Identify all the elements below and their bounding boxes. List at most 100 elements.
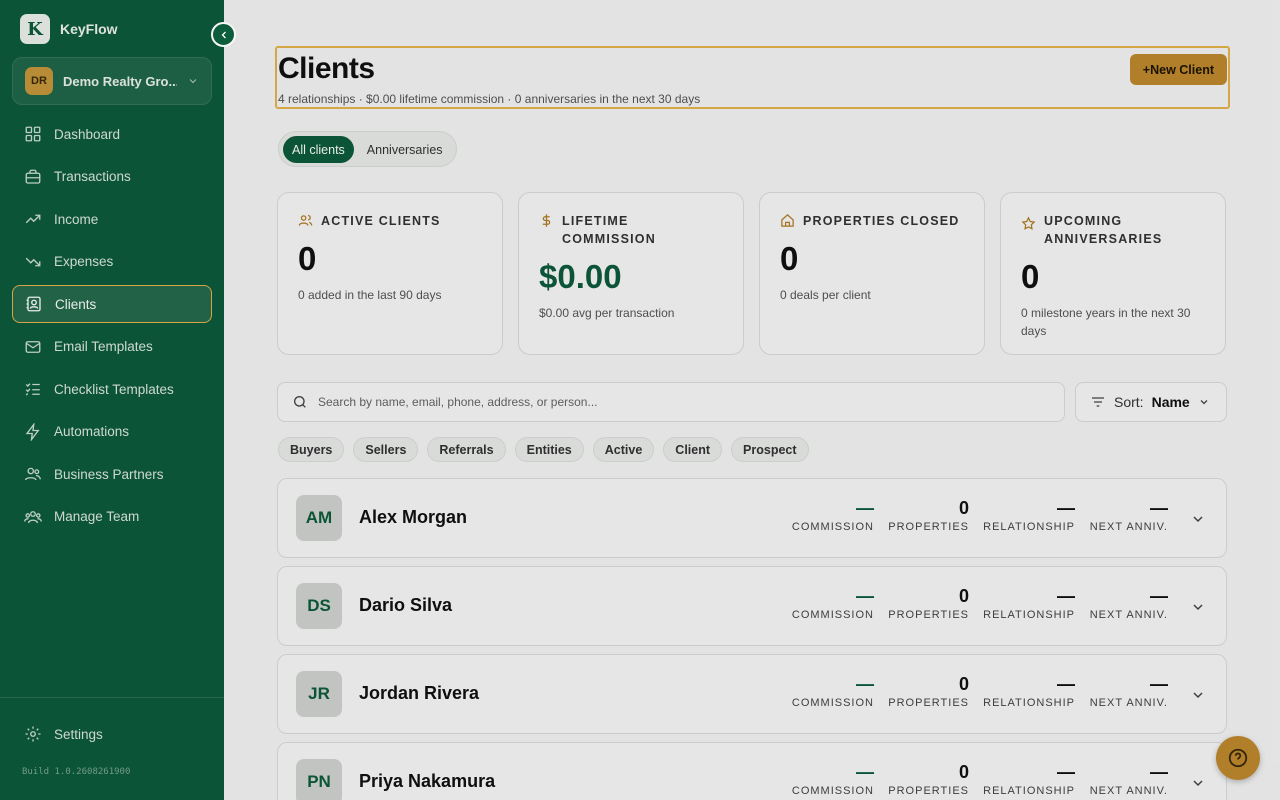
chevron-down-icon xyxy=(189,79,197,84)
filter-chip-buyers[interactable]: Buyers xyxy=(278,437,345,462)
sidebar-item-expenses[interactable]: Expenses xyxy=(12,243,212,281)
metric-value: — xyxy=(856,586,874,606)
metric-value: — xyxy=(856,498,874,518)
expand-chevron-icon[interactable] xyxy=(1190,687,1206,703)
filter-chip-active[interactable]: Active xyxy=(592,437,655,462)
org-name: Demo Realty Gro... xyxy=(63,73,177,89)
filter-chip-prospect[interactable]: Prospect xyxy=(731,437,809,462)
metric-commission: — COMMISSION xyxy=(792,585,874,621)
chevron-left-icon xyxy=(221,31,226,38)
client-list: AM Alex Morgan — COMMISSION 0 PROPERTIES —… xyxy=(277,478,1227,800)
sort-dropdown[interactable]: Sort: Name xyxy=(1075,382,1227,422)
sort-label: Sort: xyxy=(1114,394,1144,410)
sidebar-item-checklist-templates[interactable]: Checklist Templates xyxy=(12,370,212,408)
client-name: Jordan Rivera xyxy=(359,683,480,703)
metric-commission: — COMMISSION xyxy=(792,497,874,533)
stat-label: Properties Closed xyxy=(803,214,960,228)
metric-value: — xyxy=(1057,586,1075,606)
stat-note: 0 deals per client xyxy=(780,288,871,302)
search-input[interactable]: Search by name, email, phone, address, o… xyxy=(277,382,1065,422)
metric-properties: 0 PROPERTIES xyxy=(888,761,969,797)
stat-note: 0 added in the last 90 days xyxy=(298,288,442,302)
sidebar-item-manage-team[interactable]: Manage Team xyxy=(12,498,212,536)
stat-label: Upcoming Anniversaries xyxy=(1044,214,1163,246)
filter-lines-icon xyxy=(1092,397,1104,407)
metric-next-anniv: — NEXT ANNIV. xyxy=(1090,497,1168,533)
dashboard-icon xyxy=(25,126,41,142)
tab-anniversaries[interactable]: Anniversaries xyxy=(358,136,452,163)
stat-label: Active Clients xyxy=(321,214,441,228)
stat-card-upcoming-anniversaries: Upcoming Anniversaries 0 0 milestone yea… xyxy=(1000,192,1226,355)
metric-label: PROPERTIES xyxy=(888,609,969,621)
trend-up-icon xyxy=(25,214,41,224)
sidebar-item-business-partners[interactable]: Business Partners xyxy=(12,455,212,493)
client-name: Alex Morgan xyxy=(359,507,468,527)
stat-card-lifetime-commission: Lifetime Commission $0.00 $0.00 avg per … xyxy=(518,192,744,355)
chevron-down-icon xyxy=(1200,400,1208,405)
metric-properties: 0 PROPERTIES xyxy=(888,585,969,621)
client-row[interactable]: AM Alex Morgan — COMMISSION 0 PROPERTIES —… xyxy=(277,478,1227,558)
metric-relationship: — RELATIONSHIP xyxy=(983,761,1075,797)
page-subtitle: 4 relationships · $0.00 lifetime commiss… xyxy=(278,92,701,106)
metric-value: — xyxy=(1057,762,1075,782)
metric-value: 0 xyxy=(958,586,969,606)
new-client-button[interactable]: +New Client xyxy=(1129,54,1227,85)
sort-value: Name xyxy=(1151,394,1190,410)
sidebar-item-clients[interactable]: Clients xyxy=(12,285,212,323)
sidebar-item-income[interactable]: Income xyxy=(12,200,212,238)
search-icon xyxy=(294,396,306,408)
briefcase-icon xyxy=(25,169,41,184)
filter-chip-entities[interactable]: Entities xyxy=(514,437,584,462)
expand-chevron-icon[interactable] xyxy=(1190,511,1206,527)
house-icon xyxy=(781,214,794,227)
sidebar-item-dashboard[interactable]: Dashboard xyxy=(12,115,212,153)
stat-card-active-clients: Active Clients 0 0 added in the last 90 … xyxy=(277,192,503,355)
stat-note: 0 milestone years in the next 30 days xyxy=(1021,306,1191,338)
client-name: Priya Nakamura xyxy=(359,771,496,791)
client-row[interactable]: PN Priya Nakamura — COMMISSION 0 PROPERTIE… xyxy=(277,742,1227,800)
sidebar-item-transactions[interactable]: Transactions xyxy=(12,158,212,196)
sidebar-item-email-templates[interactable]: Email Templates xyxy=(12,328,212,366)
mail-icon xyxy=(25,340,41,353)
client-row[interactable]: DS Dario Silva — COMMISSION 0 PROPERTIES —… xyxy=(277,566,1227,646)
sidebar-item-label: Checklist Templates xyxy=(54,381,174,397)
metric-label: COMMISSION xyxy=(791,697,874,709)
avatar: JR xyxy=(296,671,342,717)
help-button[interactable] xyxy=(1216,736,1260,780)
sidebar-item-label: Manage Team xyxy=(54,509,140,524)
metric-value: — xyxy=(1057,674,1075,694)
sidebar-item-settings[interactable]: Settings xyxy=(24,725,103,743)
tab-all-clients[interactable]: All clients xyxy=(283,136,354,163)
metric-value: 0 xyxy=(958,498,969,518)
trend-down-icon xyxy=(25,257,41,266)
metric-label: NEXT ANNIV. xyxy=(1089,785,1168,797)
metric-label: NEXT ANNIV. xyxy=(1089,521,1168,533)
page-header: Clients 4 relationships · $0.00 lifetime… xyxy=(275,46,1230,109)
brand[interactable]: K KeyFlow xyxy=(20,14,118,44)
gear-icon xyxy=(25,726,41,742)
sidebar-item-automations[interactable]: Automations xyxy=(12,413,212,451)
sidebar-item-label: Business Partners xyxy=(54,466,164,482)
org-switcher[interactable]: DR Demo Realty Gro... xyxy=(12,57,212,105)
metric-value: — xyxy=(1150,498,1168,518)
settings-label: Settings xyxy=(54,726,103,742)
expand-chevron-icon[interactable] xyxy=(1190,775,1206,791)
metric-value: 0 xyxy=(958,762,969,782)
collapse-sidebar-button[interactable] xyxy=(211,22,236,47)
filter-chip-client[interactable]: Client xyxy=(663,437,723,462)
help-question-icon xyxy=(1228,748,1248,768)
partners-icon xyxy=(24,467,42,481)
metric-label: PROPERTIES xyxy=(888,785,969,797)
expand-chevron-icon[interactable] xyxy=(1190,599,1206,615)
client-row[interactable]: JR Jordan Rivera — COMMISSION 0 PROPERTIES… xyxy=(277,654,1227,734)
metric-value: — xyxy=(1150,674,1168,694)
metric-next-anniv: — NEXT ANNIV. xyxy=(1090,673,1168,709)
metric-label: PROPERTIES xyxy=(888,697,969,709)
filter-chip-referrals[interactable]: Referrals xyxy=(427,437,506,462)
filter-chip-sellers[interactable]: Sellers xyxy=(353,437,419,462)
users-icon xyxy=(298,214,313,226)
metric-label: RELATIONSHIP xyxy=(983,785,1075,797)
metric-value: — xyxy=(1150,762,1168,782)
star-icon xyxy=(1021,216,1036,230)
team-icon xyxy=(24,510,42,523)
